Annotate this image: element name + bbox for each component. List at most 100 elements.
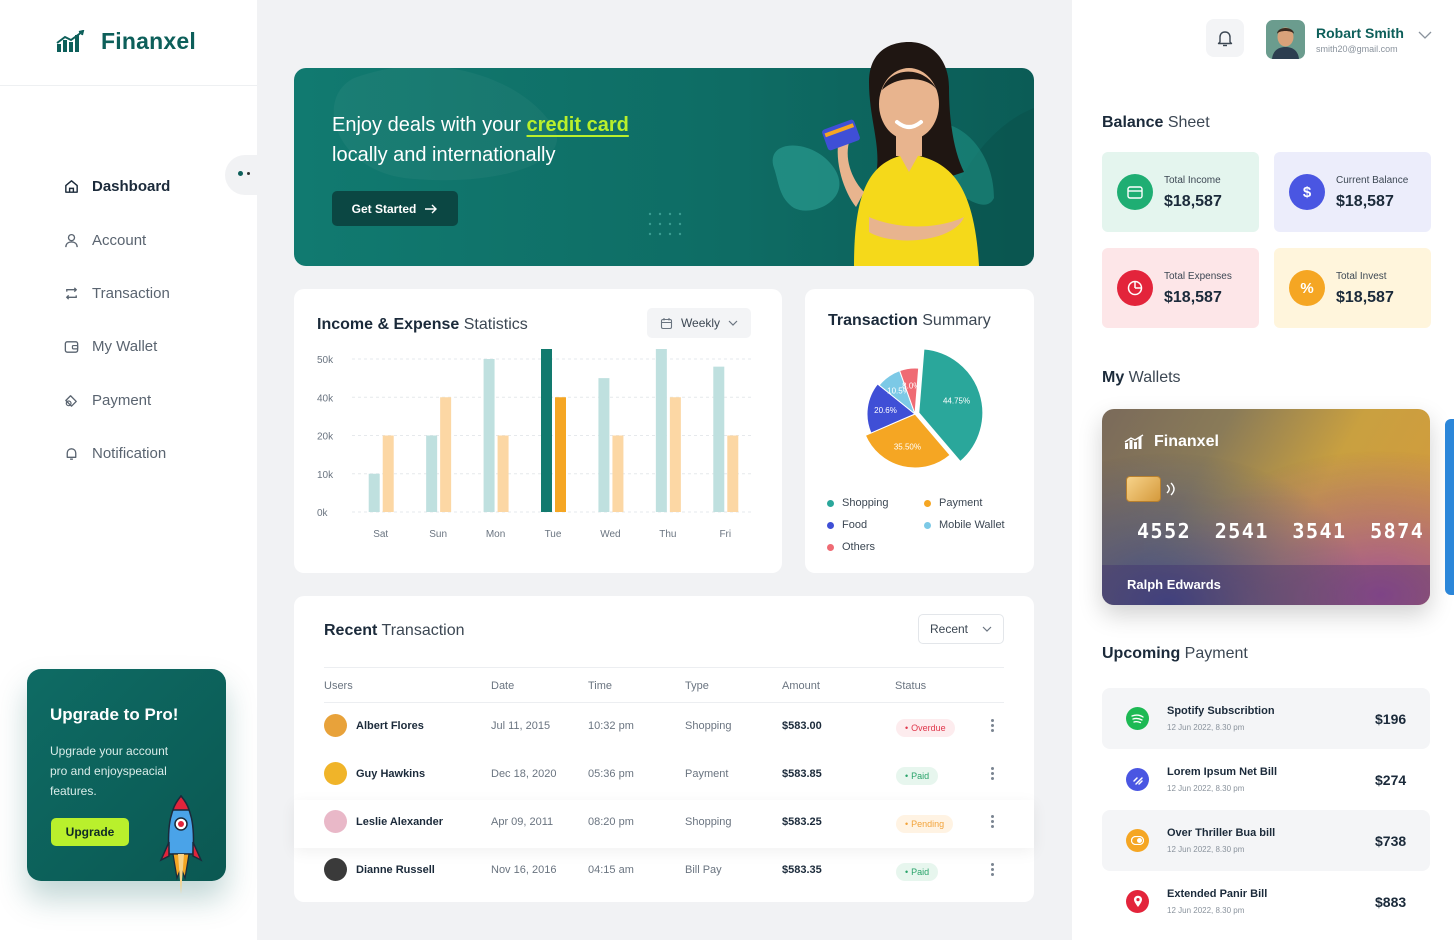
notification-button[interactable] bbox=[1206, 19, 1244, 57]
upgrade-button[interactable]: Upgrade bbox=[51, 818, 129, 846]
next-card-peek[interactable] bbox=[1445, 419, 1454, 595]
bar[interactable] bbox=[612, 435, 624, 513]
more-options-icon[interactable] bbox=[991, 767, 994, 780]
legend-label: Shopping bbox=[842, 497, 889, 509]
user-name: Dianne Russell bbox=[356, 863, 435, 876]
table-row[interactable]: Albert Flores Jul 11, 2015 10:32 pm Shoppin… bbox=[294, 704, 1034, 752]
legend-item: Others bbox=[827, 541, 924, 553]
avatar bbox=[324, 810, 347, 833]
status-label: Pending bbox=[911, 819, 945, 829]
sidebar-item-notification[interactable]: Notification bbox=[63, 427, 170, 480]
avatar[interactable] bbox=[1266, 20, 1305, 59]
home-icon bbox=[65, 180, 78, 194]
more-options-icon[interactable] bbox=[991, 815, 994, 828]
time-cell: 05:36 pm bbox=[588, 768, 634, 780]
date-cell: Jul 11, 2015 bbox=[491, 720, 551, 732]
bar[interactable] bbox=[497, 435, 509, 513]
period-label: Weekly bbox=[680, 316, 721, 330]
sidebar-item-label: Payment bbox=[92, 391, 152, 409]
column-header: Amount bbox=[782, 680, 820, 692]
column-header: Type bbox=[685, 680, 709, 692]
card-number: 4552 2541 3541 5874 bbox=[1137, 519, 1425, 543]
banner-headline: Enjoy deals with your credit card locall… bbox=[332, 110, 672, 170]
transaction-pie-chart: 44.75%35.50%20.6%10.5%8.0% bbox=[864, 349, 984, 469]
summary-title: Transaction Summary bbox=[828, 312, 991, 329]
bar[interactable] bbox=[382, 435, 394, 513]
pie-slice-label: 35.50% bbox=[894, 443, 921, 452]
stats-title: Income & Expense Statistics bbox=[317, 316, 528, 333]
bar[interactable] bbox=[483, 359, 495, 512]
status-badge: • Overdue bbox=[896, 719, 955, 737]
sidebar-item-label: Notification bbox=[92, 445, 167, 463]
more-options-icon[interactable] bbox=[991, 863, 994, 876]
bar[interactable] bbox=[541, 349, 552, 512]
sidebar-item-dashboard[interactable]: Dashboard bbox=[63, 160, 170, 213]
status-label: Paid bbox=[911, 771, 930, 781]
upgrade-title: Upgrade to Pro! bbox=[50, 705, 179, 724]
current-balance-card[interactable]: $ Current Balance $18,587 bbox=[1274, 152, 1431, 232]
sidebar-item-label: Account bbox=[92, 231, 147, 249]
woman-holding-card-illustration bbox=[822, 42, 979, 266]
user-name: Albert Flores bbox=[356, 719, 424, 732]
recent-filter-select[interactable]: Recent bbox=[918, 614, 1004, 644]
legend-dot bbox=[924, 499, 931, 507]
bar[interactable] bbox=[713, 366, 725, 512]
card-brand: Finanxel bbox=[1124, 433, 1219, 451]
balance-value: $18,587 bbox=[1164, 289, 1222, 306]
table-row[interactable]: Dianne Russell Nov 16, 2016 04:15 am Bill P… bbox=[294, 848, 1034, 896]
get-started-button[interactable]: Get Started bbox=[332, 191, 458, 226]
y-tick-label: 10k bbox=[317, 470, 334, 481]
x-tick-label: Tue bbox=[545, 529, 562, 540]
bar[interactable] bbox=[598, 378, 610, 512]
total-invest-card[interactable]: % Total Invest $18,587 bbox=[1274, 248, 1431, 328]
legend-item: Food bbox=[827, 519, 924, 531]
transfer-icon bbox=[65, 287, 78, 300]
chevron-down-icon[interactable] bbox=[1418, 31, 1432, 39]
profile-name[interactable]: Robart Smith bbox=[1316, 25, 1404, 41]
pie-slice-label: 44.75% bbox=[943, 397, 970, 406]
sidebar-item-payment[interactable]: Payment bbox=[63, 374, 170, 427]
payment-item[interactable]: Over Thriller Bua bill 12 Jun 2022, 8.30… bbox=[1102, 810, 1430, 871]
status-badge: • Pending bbox=[896, 815, 954, 833]
type-cell: Payment bbox=[685, 768, 729, 780]
sidebar-item-transaction[interactable]: Transaction bbox=[63, 267, 170, 320]
calendar-icon bbox=[660, 317, 672, 329]
table-row[interactable]: Guy Hawkins Dec 18, 2020 05:36 pm Payment $5… bbox=[294, 752, 1034, 800]
bar[interactable] bbox=[727, 435, 739, 513]
bar[interactable] bbox=[655, 349, 667, 512]
balance-value: $18,587 bbox=[1336, 289, 1394, 306]
sidebar-item-account[interactable]: Account bbox=[63, 213, 170, 266]
bar[interactable] bbox=[669, 397, 681, 512]
payment-amount: $196 bbox=[1375, 711, 1407, 727]
banner-headline-line2: locally and internationally bbox=[332, 144, 556, 166]
total-expenses-card[interactable]: Total Expenses $18,587 bbox=[1102, 248, 1259, 328]
upcoming-payment-title: Upcoming Payment bbox=[1102, 645, 1248, 662]
payment-item[interactable]: Lorem Ipsum Net Bill 12 Jun 2022, 8.30 p… bbox=[1102, 749, 1430, 810]
brand-logo[interactable]: Finanxel bbox=[55, 28, 196, 55]
dollar-icon: $ bbox=[1289, 174, 1325, 210]
table-row[interactable]: Leslie Alexander Apr 09, 2011 08:20 pm Shop… bbox=[294, 800, 1034, 848]
credit-card[interactable]: Finanxel 4552 2541 3541 5874 Ralph Edwar… bbox=[1102, 409, 1430, 605]
more-options-icon[interactable] bbox=[991, 719, 994, 732]
balance-value: $18,587 bbox=[1164, 193, 1222, 210]
legend-dot bbox=[827, 543, 834, 551]
total-income-card[interactable]: Total Income $18,587 bbox=[1102, 152, 1259, 232]
bar[interactable] bbox=[368, 473, 380, 512]
bar[interactable] bbox=[426, 435, 438, 513]
payment-item[interactable]: Extended Panir Bill 12 Jun 2022, 8.30 pm… bbox=[1102, 871, 1430, 932]
column-header: Users bbox=[324, 680, 353, 692]
recent-filter-label: Recent bbox=[929, 622, 969, 636]
balance-label: Total Invest bbox=[1336, 271, 1387, 282]
type-cell: Shopping bbox=[685, 720, 732, 732]
wallet-icon bbox=[64, 341, 79, 354]
bar[interactable] bbox=[555, 397, 566, 512]
bar[interactable] bbox=[440, 397, 452, 512]
payment-date: 12 Jun 2022, 8.30 pm bbox=[1167, 906, 1245, 915]
promo-banner: Enjoy deals with your credit card locall… bbox=[294, 42, 1034, 266]
period-select[interactable]: Weekly bbox=[647, 308, 751, 338]
finanxel-logo-icon bbox=[1124, 434, 1144, 449]
payment-item[interactable]: Spotify Subscribtion 12 Jun 2022, 8.30 p… bbox=[1102, 688, 1430, 749]
sidebar-item-wallet[interactable]: My Wallet bbox=[63, 320, 170, 373]
x-tick-label: Sat bbox=[373, 529, 388, 540]
avatar bbox=[324, 858, 347, 881]
